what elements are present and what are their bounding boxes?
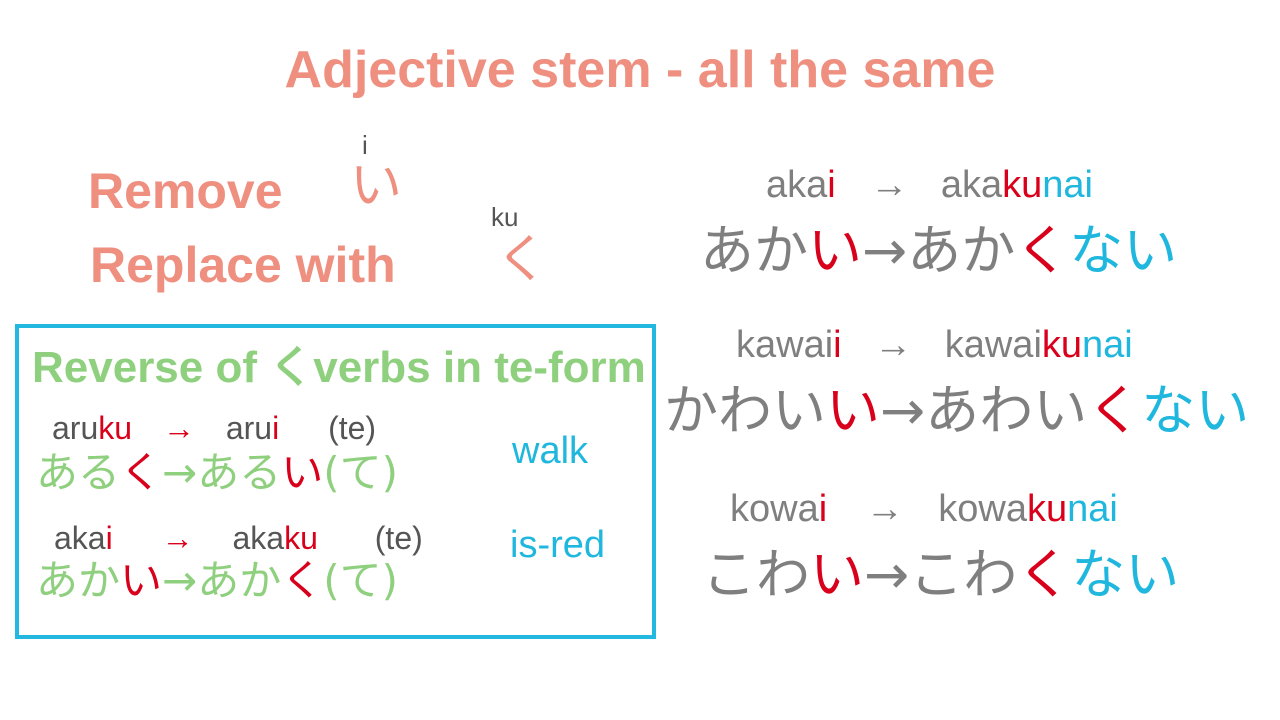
box-title-a: Reverse of	[32, 343, 270, 392]
conversion-kana-3: こわい→こわくない	[702, 548, 1179, 602]
kana-ku: く	[1015, 219, 1070, 282]
romaji-nai: nai	[1067, 488, 1118, 530]
arrow: →	[870, 164, 909, 206]
romaji-stem2: aka	[232, 520, 285, 556]
kana-stem2: こわ	[909, 543, 1018, 606]
box-title: Reverse of くverbs in te-form	[32, 346, 646, 390]
kana-nai: ない	[1141, 379, 1250, 442]
arrow: →	[162, 410, 195, 446]
box-kana-2: あかい→あかく(て)	[36, 560, 398, 602]
kana-mark: く	[120, 448, 163, 497]
romaji-mark: i	[833, 324, 842, 366]
arrow: →	[162, 556, 198, 605]
kana-stem: あか	[700, 219, 808, 282]
conversion-kana-2: かわいい→あわいくない	[664, 384, 1249, 438]
gloss-walk: walk	[512, 430, 589, 472]
kana-stem2: ある	[197, 448, 282, 497]
arrow: →	[880, 379, 926, 442]
romaji-mark: ku	[98, 410, 133, 446]
romaji-nai: nai	[1082, 324, 1133, 366]
box-romaji-2: akai → akaku (te)	[54, 522, 423, 554]
arrow: →	[874, 324, 913, 366]
remove-romaji: i	[362, 130, 368, 160]
romaji-mark2: ku	[284, 520, 318, 556]
slide-title: Adjective stem - all the same	[284, 41, 996, 99]
kana-mark: い	[808, 219, 862, 282]
romaji-stem: aka	[766, 164, 828, 206]
kana-mark: い	[826, 379, 880, 442]
arrow: →	[862, 219, 908, 282]
conversion-romaji-1: akai → akakunai	[766, 166, 1093, 204]
romaji-stem2: kawai	[944, 324, 1042, 366]
romaji-stem: aru	[52, 410, 99, 446]
romaji-te: (te)	[328, 410, 377, 446]
romaji-stem: kawai	[736, 324, 834, 366]
kana-ku: く	[1087, 379, 1142, 442]
kana-stem: こわ	[702, 543, 810, 606]
arrow: →	[161, 520, 194, 556]
conversion-romaji-2: kawaii → kawaikunai	[736, 326, 1133, 364]
arrow: →	[864, 543, 910, 606]
arrow: →	[865, 488, 904, 530]
kana-nai: ない	[1069, 219, 1178, 282]
replace-label: Replace with	[90, 237, 396, 293]
romaji-stem: kowa	[730, 488, 819, 530]
remove-char: い	[350, 156, 403, 216]
kana-stem2: あわい	[925, 379, 1088, 442]
romaji-stem2: kowa	[938, 488, 1028, 530]
kana-te: (て)	[323, 448, 399, 497]
box-title-char: く	[269, 343, 314, 392]
box-title-b: verbs in te-form	[313, 343, 646, 392]
kana-mark: い	[810, 543, 864, 606]
romaji-mark: i	[105, 520, 113, 556]
kana-stem2: あか	[907, 219, 1016, 282]
arrow: →	[162, 448, 198, 497]
romaji-stem2: aka	[940, 164, 1003, 206]
conversion-romaji-3: kowai → kowakunai	[730, 490, 1118, 528]
kana-ku: く	[1017, 543, 1072, 606]
kana-stem: かわい	[664, 379, 826, 442]
romaji-ku: ku	[1041, 324, 1083, 366]
romaji-stem: aka	[54, 520, 106, 556]
kana-stem2: あか	[197, 556, 282, 605]
replace-romaji: ku	[491, 202, 519, 232]
kana-mark2: い	[281, 448, 324, 497]
gloss-is-red: is-red	[510, 524, 606, 566]
romaji-mark: i	[827, 164, 836, 206]
romaji-te: (te)	[374, 520, 423, 556]
kana-stem: あか	[36, 556, 121, 605]
kana-te: (て)	[323, 556, 399, 605]
romaji-nai: nai	[1042, 164, 1093, 206]
kana-mark: い	[120, 556, 163, 605]
romaji-mark2: i	[272, 410, 280, 446]
kana-nai: ない	[1071, 543, 1180, 606]
box-kana-1: あるく→あるい(て)	[36, 452, 398, 494]
romaji-ku: ku	[1027, 488, 1068, 530]
romaji-mark: i	[818, 488, 828, 530]
kana-stem: ある	[36, 448, 121, 497]
kana-mark2: く	[281, 556, 324, 605]
conversion-kana-1: あかい→あかくない	[700, 224, 1177, 278]
box-romaji-1: aruku → arui (te)	[52, 412, 376, 444]
remove-label: Remove	[88, 163, 283, 219]
romaji-stem2: aru	[225, 410, 273, 446]
romaji-ku: ku	[1002, 164, 1043, 206]
replace-char: く	[496, 230, 549, 290]
